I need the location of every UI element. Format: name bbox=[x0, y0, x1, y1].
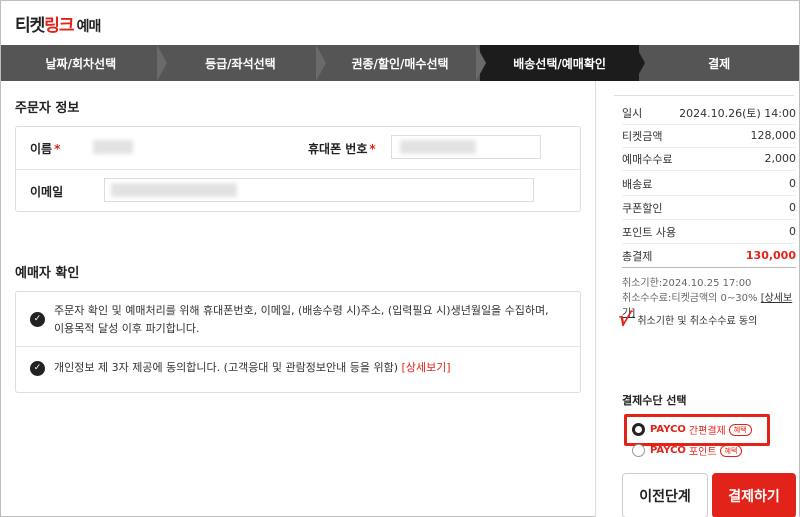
row-divider bbox=[16, 346, 580, 347]
step-date: 날짜/회차선택 bbox=[1, 45, 167, 81]
radio-selected-icon[interactable] bbox=[632, 423, 645, 436]
masked-value bbox=[111, 183, 237, 197]
cancel-agree-checkbox[interactable]: √ 취소기한 및 취소수수료 동의 bbox=[616, 306, 758, 332]
step-arrow bbox=[316, 45, 327, 81]
benefit-badge: 혜택 bbox=[719, 444, 743, 457]
step-label: 등급/좌석선택 bbox=[205, 56, 276, 71]
logo-text-ticket: 티켓 bbox=[15, 16, 45, 36]
check-mark-annotation: √ bbox=[616, 306, 634, 332]
summary-value: 128,000 bbox=[750, 129, 797, 142]
summary-label: 쿠폰할인 bbox=[622, 201, 663, 215]
summary-row-coupon: 쿠폰할인 0 bbox=[622, 196, 796, 220]
name-label-text: 이름 bbox=[30, 142, 53, 156]
order-summary-panel: 일시 2024.10.26(토) 14:00 티켓금액 128,000 예매수수료 2… bbox=[595, 81, 799, 517]
booker-confirm-section: 예매자 확인 ✓ 주문자 확인 및 예매처리를 위해 휴대폰번호, 이메일, (… bbox=[15, 262, 581, 393]
main-content: 주문자 정보 이름 * 휴대폰 번호 * 이메일 예매자 확인 ✓ 주문자 확인 및… bbox=[15, 97, 581, 393]
summary-label: 일시 bbox=[622, 106, 643, 120]
cancel-deadline: 취소기한:2024.10.25 17:00 bbox=[622, 278, 752, 289]
payment-type-label: 포인트 bbox=[688, 447, 717, 458]
name-field[interactable] bbox=[90, 135, 150, 159]
step-label: 결제 bbox=[708, 56, 731, 71]
checkmark-icon[interactable]: ✓ bbox=[30, 361, 45, 376]
divider bbox=[614, 95, 794, 96]
summary-value: 0 bbox=[789, 177, 796, 190]
step-label: 날짜/회차선택 bbox=[45, 56, 117, 71]
summary-value: 0 bbox=[789, 201, 796, 214]
step-label: 권종/할인/매수선택 bbox=[351, 56, 449, 71]
cancel-fee: 취소수수료:티켓금액의 0~30% bbox=[622, 293, 758, 304]
step-arrow bbox=[475, 45, 486, 81]
step-arrow bbox=[156, 45, 167, 81]
masked-value bbox=[400, 140, 476, 154]
required-mark: * bbox=[369, 142, 376, 156]
third-party-detail-link[interactable]: [상세보기] bbox=[402, 361, 451, 374]
payco-easy-pay-option[interactable]: PAYCO 간편결제 혜택 bbox=[632, 422, 752, 437]
summary-label: 티켓금액 bbox=[622, 129, 663, 143]
orderer-info-title: 주문자 정보 bbox=[15, 101, 80, 116]
summary-value: 0 bbox=[789, 225, 796, 238]
orderer-info-box: 이름 * 휴대폰 번호 * 이메일 bbox=[15, 126, 581, 212]
summary-row-delivery-fee: 배송료 0 bbox=[622, 172, 796, 196]
payment-method-title: 결제수단 선택 bbox=[622, 394, 687, 407]
consent-third-party: 개인정보 제 3자 제공에 동의합니다. (고객응대 및 관람정보안내 등을 위… bbox=[54, 359, 451, 377]
step-arrow bbox=[635, 45, 646, 81]
payco-point-option[interactable]: PAYCO 포인트 혜택 bbox=[632, 443, 743, 458]
email-label: 이메일 bbox=[30, 185, 64, 199]
booking-steps: 날짜/회차선택 등급/좌석선택 권종/할인/매수선택 배송선택/예매확인 결제 bbox=[1, 45, 799, 81]
payco-logo: PAYCO bbox=[650, 445, 686, 456]
ticketlink-logo[interactable]: 티켓링크 예매 bbox=[15, 11, 102, 36]
summary-row-ticket-price: 티켓금액 128,000 bbox=[622, 124, 796, 148]
previous-step-button[interactable]: 이전단계 bbox=[622, 473, 708, 517]
summary-value: 130,000 bbox=[745, 249, 796, 262]
phone-label: 휴대폰 번호 * bbox=[308, 140, 376, 157]
masked-value bbox=[93, 140, 133, 154]
step-ticket-type: 권종/할인/매수선택 bbox=[320, 45, 486, 81]
step-seat: 등급/좌석선택 bbox=[161, 45, 327, 81]
summary-row-datetime: 일시 2024.10.26(토) 14:00 bbox=[622, 101, 796, 125]
logo-text-booking: 예매 bbox=[76, 19, 102, 35]
pay-button[interactable]: 결제하기 bbox=[712, 473, 796, 517]
step-label: 배송선택/예매확인 bbox=[513, 56, 606, 71]
summary-value: 2,000 bbox=[764, 152, 797, 165]
summary-row-booking-fee: 예매수수료 2,000 bbox=[622, 147, 796, 171]
consent-collect-line2: 이용목적 달성 이후 파기합니다. bbox=[54, 322, 200, 335]
logo-text-link: 링크 bbox=[44, 16, 74, 36]
consent-third-party-text: 개인정보 제 3자 제공에 동의합니다. (고객응대 및 관람정보안내 등을 위… bbox=[54, 361, 399, 374]
checkmark-icon[interactable]: ✓ bbox=[30, 312, 45, 327]
name-label: 이름 * bbox=[30, 140, 60, 157]
consent-collect-line1: 주문자 확인 및 예매처리를 위해 휴대폰번호, 이메일, (배송수령 시)주소… bbox=[54, 304, 549, 317]
phone-label-text: 휴대폰 번호 bbox=[308, 142, 368, 156]
phone-field[interactable] bbox=[391, 135, 541, 159]
radio-icon[interactable] bbox=[632, 444, 645, 457]
summary-label: 배송료 bbox=[622, 177, 653, 191]
payment-type-label: 간편결제 bbox=[688, 426, 726, 437]
cancel-agree-label: 취소기한 및 취소수수료 동의 bbox=[637, 315, 758, 327]
summary-row-points: 포인트 사용 0 bbox=[622, 220, 796, 244]
step-delivery-confirm: 배송선택/예매확인 bbox=[479, 45, 646, 81]
step-payment: 결제 bbox=[639, 45, 799, 81]
summary-value: 2024.10.26(토) 14:00 bbox=[679, 106, 796, 120]
consent-box: ✓ 주문자 확인 및 예매처리를 위해 휴대폰번호, 이메일, (배송수령 시)… bbox=[15, 291, 581, 393]
email-field[interactable] bbox=[104, 178, 534, 202]
benefit-badge: 혜택 bbox=[728, 423, 752, 436]
row-divider bbox=[16, 169, 580, 170]
booker-confirm-title: 예매자 확인 bbox=[15, 266, 80, 281]
top-header: 티켓링크 예매 bbox=[1, 1, 799, 45]
summary-label: 예매수수료 bbox=[622, 152, 673, 166]
payco-logo: PAYCO bbox=[650, 424, 686, 435]
required-mark: * bbox=[54, 142, 61, 156]
summary-label: 총결제 bbox=[622, 249, 653, 263]
summary-row-total: 총결제 130,000 bbox=[622, 244, 796, 268]
summary-label: 포인트 사용 bbox=[622, 225, 677, 239]
